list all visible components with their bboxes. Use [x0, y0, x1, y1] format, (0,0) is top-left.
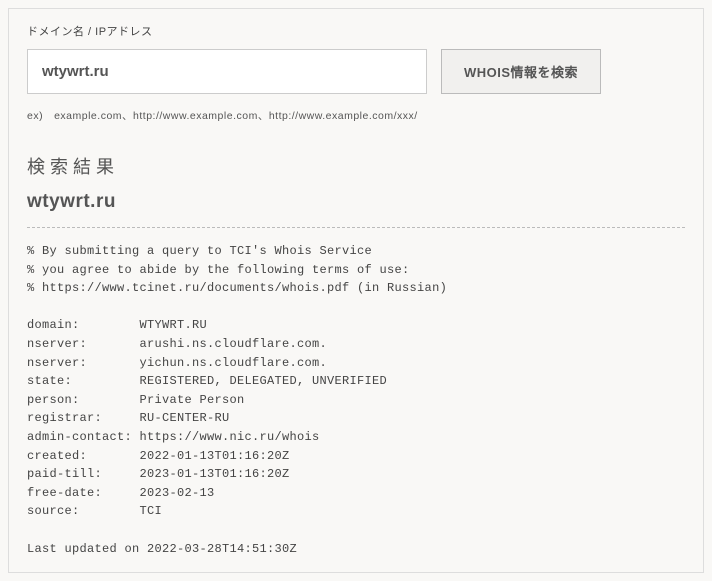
search-button[interactable]: WHOIS情報を検索 — [441, 49, 601, 94]
whois-output: % By submitting a query to TCI's Whois S… — [27, 242, 685, 558]
domain-input[interactable] — [27, 49, 427, 94]
divider — [27, 227, 685, 228]
input-label: ドメイン名 / IPアドレス — [27, 23, 685, 39]
result-domain: wtywrt.ru — [27, 191, 685, 213]
search-row: WHOIS情報を検索 — [27, 49, 685, 94]
whois-panel: ドメイン名 / IPアドレス WHOIS情報を検索 ex) example.co… — [8, 8, 704, 573]
result-heading: 検索結果 — [27, 153, 685, 179]
example-text: ex) example.com、http://www.example.com、h… — [27, 108, 685, 123]
